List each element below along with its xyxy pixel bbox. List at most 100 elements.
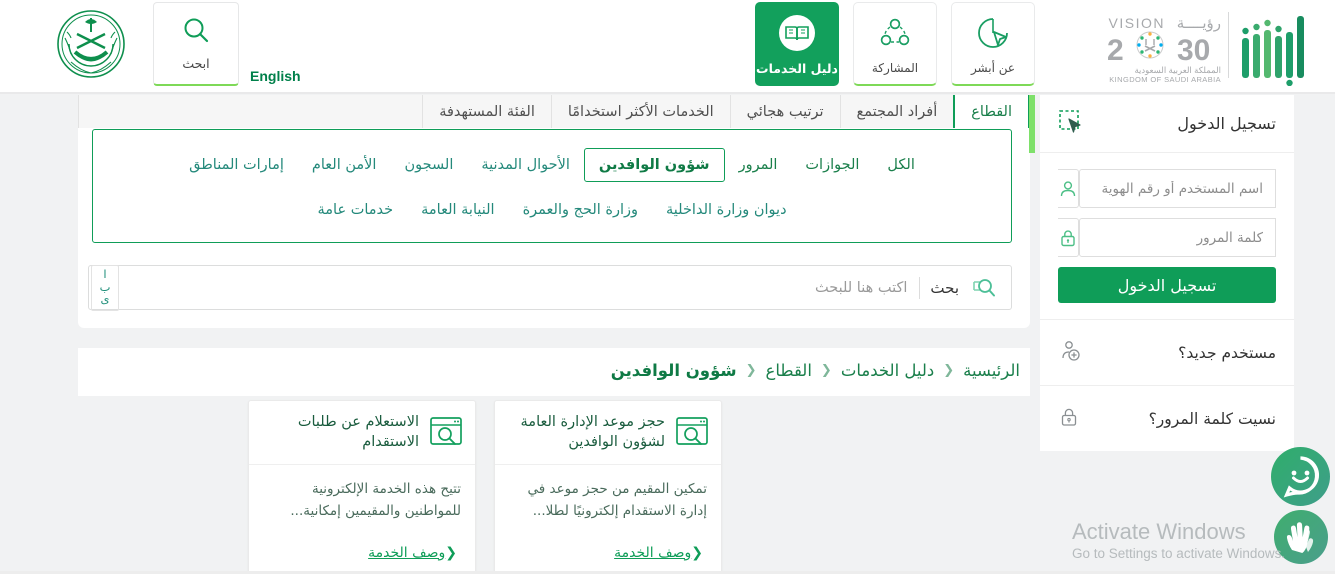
service-card[interactable]: حجز موعد الإدارة العامة لشؤون الوافدين ت… (494, 400, 722, 574)
filter-chip-general-services[interactable]: خدمات عامة (303, 196, 407, 224)
login-form: تسجيل الدخول (1040, 153, 1294, 319)
directory-search-label: بحث (930, 278, 959, 297)
password-input[interactable] (1079, 218, 1276, 257)
search-icon (181, 16, 211, 50)
breadcrumb-item-services-guide[interactable]: دليل الخدمات (841, 361, 934, 380)
filter-chip-public-security[interactable]: الأمن العام (298, 151, 391, 179)
filter-chip-moi-diwan[interactable]: ديوان وزارة الداخلية (652, 196, 801, 224)
service-card[interactable]: الاستعلام عن طلبات الاستقدام تتيح هذه ال… (248, 400, 476, 574)
login-panel-title: تسجيل الدخول (1177, 114, 1276, 133)
tab-alphabetical[interactable]: ترتيب هجائي (729, 95, 840, 128)
service-card-list: حجز موعد الإدارة العامة لشؤون الوافدين ت… (78, 400, 1030, 574)
service-card-description: تمكين المقيم من حجز موعد في إدارة الاستق… (527, 481, 707, 519)
forgot-password-link[interactable]: نسيت كلمة المرور؟ (1040, 385, 1294, 451)
directory-tab-bar: القطاع أفراد المجتمع ترتيب هجائي الخدمات… (78, 95, 1030, 128)
breadcrumb: الرئيسية ❮ دليل الخدمات ❮ القطاع ❮ شؤون … (611, 361, 1020, 380)
forgot-password-link-label: نسيت كلمة المرور؟ (1148, 409, 1276, 428)
service-card-description: تتيح هذه الخدمة الإلكترونية للمواطنين وا… (290, 481, 461, 519)
sector-filter-box: الكل الجوازات المرور شؤون الوافدين الأحو… (92, 129, 1012, 243)
filter-chip-hajj-umrah-ministry[interactable]: وزارة الحج والعمرة (509, 196, 652, 224)
svg-text:VISION: VISION (1109, 15, 1165, 31)
page-root: ابحث English دليل الخدمات المشاركة عن أب… (0, 0, 1335, 574)
svg-text:KINGDOM OF SAUDI ARABIA: KINGDOM OF SAUDI ARABIA (1109, 75, 1221, 84)
tab-bar-filler (78, 95, 423, 128)
filter-chip-prisons[interactable]: السجون (390, 151, 467, 179)
filter-chip-expatriate-affairs[interactable]: شؤون الوافدين (583, 148, 725, 182)
tab-most-used-services[interactable]: الخدمات الأكثر استخدامًا (550, 95, 730, 128)
service-card-footer: ❮وصف الخدمة (495, 542, 721, 573)
svg-text:رؤيــــة: رؤيــــة (1177, 15, 1221, 32)
chatbot-smiley-icon (1283, 456, 1320, 498)
language-switch-english[interactable]: English (250, 68, 301, 84)
header-search-label: ابحث (182, 56, 210, 71)
nav-label-about-absher: عن أبشر (970, 61, 1016, 75)
book-icon (777, 13, 817, 57)
service-card-header: الاستعلام عن طلبات الاستقدام (249, 401, 475, 466)
service-card-header: حجز موعد الإدارة العامة لشؤون الوافدين (495, 401, 721, 466)
alphabet-letter-alef-maksura[interactable]: ى (101, 294, 110, 306)
tab-community-members[interactable]: أفراد المجتمع (839, 95, 954, 128)
cursor-pie-icon (973, 13, 1013, 57)
directory-search-icon[interactable] (959, 276, 1011, 300)
breadcrumb-separator-icon: ❮ (820, 363, 832, 378)
breadcrumb-separator-icon: ❮ (745, 363, 757, 378)
tab-sector-label: القطاع (971, 103, 1012, 120)
user-icon (1058, 169, 1079, 208)
tab-most-used-services-label: الخدمات الأكثر استخدامًا (567, 103, 714, 120)
nav-button-about-absher[interactable]: عن أبشر (951, 2, 1035, 86)
breadcrumb-item-home[interactable]: الرئيسية (963, 361, 1020, 380)
header-search-button[interactable]: ابحث (153, 2, 239, 86)
new-user-link-label: مستخدم جديد؟ (1178, 343, 1276, 362)
watermark-subtitle: Go to Settings to activate Windows. (1072, 545, 1286, 561)
service-description-link[interactable]: ❮وصف الخدمة (614, 545, 707, 561)
service-description-link-label: وصف الخدمة (614, 545, 692, 561)
login-accent-bar (1029, 95, 1035, 153)
new-user-link[interactable]: مستخدم جديد؟ (1040, 319, 1294, 385)
breadcrumb-item-expatriate-affairs: شؤون الوافدين (610, 361, 737, 380)
lock-icon (1058, 218, 1079, 257)
filter-chip-traffic[interactable]: المرور (725, 151, 792, 179)
breadcrumb-item-sector[interactable]: القطاع (766, 361, 812, 380)
directory-search-bar: بحث ا ب ى (88, 264, 1012, 311)
search-divider (919, 276, 921, 299)
tab-sector[interactable]: القطاع (953, 95, 1030, 128)
tab-community-members-label: أفراد المجتمع (856, 103, 938, 120)
username-field-group (1058, 169, 1276, 208)
tab-target-group[interactable]: الفئة المستهدفة (422, 95, 551, 128)
username-input[interactable] (1079, 169, 1276, 208)
ministry-of-interior-emblem (55, 8, 127, 80)
nav-button-participate[interactable]: المشاركة (853, 2, 937, 86)
filter-chip-public-prosecution[interactable]: النيابة العامة (407, 196, 508, 224)
breadcrumb-separator-icon: ❮ (943, 363, 955, 378)
directory-search-input[interactable] (119, 279, 920, 296)
absher-logo (1238, 10, 1312, 87)
chatbot-button[interactable] (1271, 447, 1330, 506)
nav-button-services-guide[interactable]: دليل الخدمات (755, 2, 839, 86)
service-card-title: الاستعلام عن طلبات الاستقدام (297, 414, 419, 450)
alphabet-letter-alef[interactable]: ا (103, 269, 106, 281)
tab-alphabetical-label: ترتيب هجائي (746, 103, 824, 120)
service-description-link-label: وصف الخدمة (368, 545, 446, 561)
service-card-footer: ❮وصف الخدمة (249, 542, 475, 573)
user-add-icon (1058, 339, 1082, 367)
header-divider (0, 92, 1335, 94)
window-search-icon (429, 416, 463, 450)
svg-text:2: 2 (1107, 34, 1124, 67)
chevron-left-icon: ❮ (445, 545, 457, 561)
filter-chip-regional-emirates[interactable]: إمارات المناطق (175, 151, 298, 179)
login-sidebar: تسجيل الدخول اسم المستخدم أو رقم الهوية … (1029, 95, 1294, 451)
lock-icon (1058, 406, 1080, 432)
watermark-title: Activate Windows (1072, 519, 1246, 544)
filter-chip-all[interactable]: الكل (873, 151, 928, 179)
vision-2030-logo: رؤيــــة VISION 2 30 المملكة العربية الس… (1105, 10, 1223, 84)
sector-filter-row-1: الكل الجوازات المرور شؤون الوافدين الأحو… (93, 140, 1011, 182)
login-submit-button[interactable]: تسجيل الدخول (1058, 267, 1276, 303)
service-card-title: حجز موعد الإدارة العامة لشؤون الوافدين (520, 414, 665, 450)
nav-label-participate: المشاركة (871, 61, 919, 75)
filter-chip-civil-affairs[interactable]: الأحوال المدنية (467, 151, 584, 179)
service-description-link[interactable]: ❮وصف الخدمة (368, 545, 461, 561)
sector-filter-row-2: ديوان وزارة الداخلية وزارة الحج والعمرة … (93, 182, 1011, 224)
filter-chip-passports[interactable]: الجوازات (791, 151, 873, 179)
password-field-group (1058, 218, 1276, 257)
windows-activation-watermark: Activate Windows Go to Settings to activ… (1072, 518, 1285, 561)
